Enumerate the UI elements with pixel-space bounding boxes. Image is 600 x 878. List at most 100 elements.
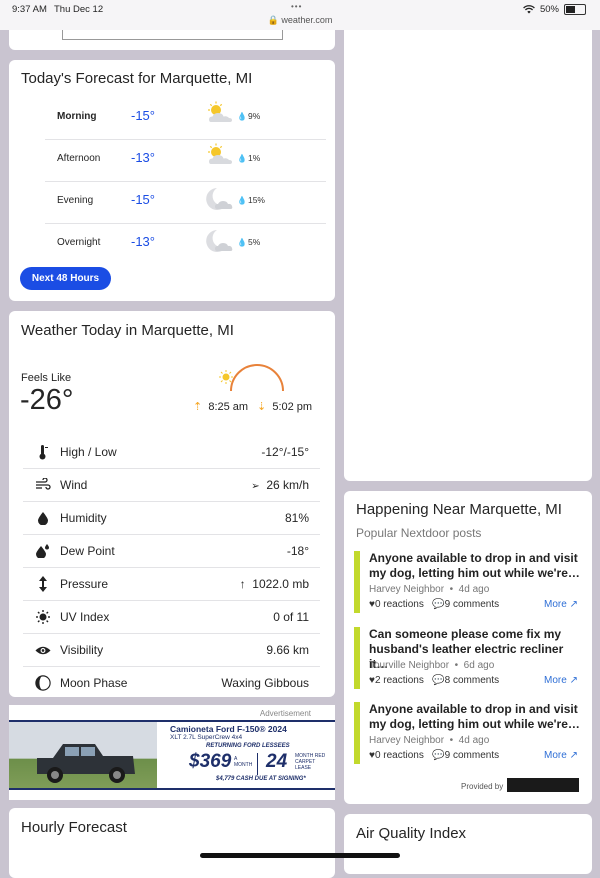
partly-cloudy-day-icon <box>208 101 232 122</box>
nextdoor-post[interactable]: Can someone please come fix my husband's… <box>354 627 584 689</box>
forecast-period: Evening <box>57 195 94 206</box>
sun-arc-icon <box>219 364 284 392</box>
advertisement[interactable]: Advertisement Camioneta Ford F-150® 2024… <box>9 705 335 800</box>
hourly-forecast-title: Hourly Forecast <box>21 819 127 836</box>
address-bar[interactable]: 🔒 weather.com <box>0 15 600 26</box>
detail-pressure: Pressure ↑ 1022.0 mb <box>23 567 320 601</box>
battery-icon <box>564 4 586 15</box>
home-indicator[interactable] <box>200 853 400 858</box>
forecast-period: Afternoon <box>57 153 101 164</box>
forecast-temp: -13° <box>131 234 155 249</box>
ad-per-month: A MONTH <box>234 756 253 768</box>
post-meta: Harvey Neighbor • 4d ago <box>369 735 490 746</box>
sunset-icon: ⇣ <box>257 401 267 413</box>
wind-direction-icon: ➢ <box>251 481 260 492</box>
post-more-link[interactable]: More ↗ <box>544 599 578 610</box>
detail-value: -12°/-15° <box>261 445 309 459</box>
ad-headline: Camioneta Ford F-150® 2024 <box>170 724 287 734</box>
forecast-period: Morning <box>57 111 97 122</box>
next-48-hours-button[interactable]: Next 48 Hours <box>20 267 111 290</box>
nextdoor-logo[interactable] <box>507 778 579 792</box>
post-accent-bar <box>354 551 360 613</box>
detail-value: -18° <box>286 544 309 558</box>
multitasking-dots[interactable]: ••• <box>291 2 302 11</box>
raindrop-icon: 💧 <box>237 112 247 121</box>
humidity-drop-icon <box>35 510 51 526</box>
sunset: ⇣ 5:02 pm <box>257 401 313 413</box>
air-quality-title: Air Quality Index <box>356 825 467 842</box>
nextdoor-subtitle: Popular Nextdoor posts <box>356 526 482 540</box>
todays-forecast-title: Today's Forecast for Marquette, MI <box>21 70 253 87</box>
post-reactions: ♥2 reactions 💬8 comments <box>369 675 500 686</box>
forecast-row-afternoon[interactable]: Afternoon -13° 💧1% <box>45 139 326 182</box>
detail-label: Dew Point <box>60 544 115 558</box>
ad-months: 24 <box>266 751 288 772</box>
right-top-card <box>344 30 592 481</box>
detail-label: Wind <box>60 478 88 492</box>
status-bar: 9:37 AM Thu Dec 12 ••• 🔒 weather.com 50% <box>0 0 600 30</box>
post-text[interactable]: Anyone available to drop in and visit my… <box>369 551 581 581</box>
forecast-row-morning[interactable]: Morning -15° 💧9% <box>45 97 326 140</box>
post-accent-bar <box>354 627 360 689</box>
detail-wind: Wind ➢ 26 km/h <box>23 468 320 502</box>
ad-months-label: MONTH RED CARPET LEASE <box>295 753 326 771</box>
feels-like-value: -26° <box>20 384 74 416</box>
forecast-temp: -15° <box>131 108 155 123</box>
forecast-precip: 💧5% <box>237 237 261 247</box>
detail-label: Moon Phase <box>60 676 128 690</box>
detail-value: 9.66 km <box>266 643 309 657</box>
forecast-row-overnight[interactable]: Overnight -13° 💧5% <box>45 223 326 265</box>
sunrise-icon: ⇡ <box>193 401 203 413</box>
forecast-temp: -15° <box>131 192 155 207</box>
post-text[interactable]: Anyone available to drop in and visit my… <box>369 702 581 732</box>
raindrop-icon: 💧 <box>237 196 247 205</box>
detail-humidity: Humidity 81% <box>23 501 320 535</box>
previous-card-image <box>62 30 283 40</box>
ad-divider <box>257 753 258 775</box>
ad-cash: $4,779 CASH DUE AT SIGNING* <box>216 776 306 782</box>
forecast-precip: 💧1% <box>237 153 261 163</box>
forecast-period: Overnight <box>57 237 101 248</box>
provided-by: Provided by <box>461 782 504 791</box>
eye-icon <box>35 642 51 658</box>
external-link-icon: ↗ <box>569 750 578 761</box>
partly-cloudy-day-icon <box>208 143 232 164</box>
detail-label: High / Low <box>60 445 117 459</box>
battery-percent: 50% <box>539 4 559 15</box>
forecast-row-evening[interactable]: Evening -15° 💧15% <box>45 181 326 224</box>
nextdoor-post[interactable]: Anyone available to drop in and visit my… <box>354 551 584 613</box>
detail-label: Humidity <box>60 511 107 525</box>
ad-banner[interactable]: Camioneta Ford F-150® 2024 XLT 2.7L Supe… <box>9 720 335 790</box>
detail-value: Waxing Gibbous <box>221 676 309 690</box>
nextdoor-post[interactable]: Anyone available to drop in and visit my… <box>354 702 584 764</box>
detail-dew-point: Dew Point -18° <box>23 534 320 568</box>
feels-like-label: Feels Like <box>21 372 72 384</box>
post-more-link[interactable]: More ↗ <box>544 675 578 686</box>
detail-high-low: High / Low -12°/-15° <box>23 435 320 469</box>
raindrop-icon: 💧 <box>237 238 247 247</box>
forecast-temp: -13° <box>131 150 155 165</box>
partly-cloudy-night-icon <box>206 188 233 210</box>
detail-value: ➢ 26 km/h <box>251 478 309 492</box>
external-link-icon: ↗ <box>569 599 578 610</box>
comment-icon: 💬 <box>432 675 445 686</box>
lock-icon: 🔒 <box>267 15 279 25</box>
ad-truck-image <box>9 722 157 788</box>
uv-sun-icon <box>35 609 51 625</box>
post-meta: Tourville Neighbor • 6d ago <box>369 660 495 671</box>
post-more-link[interactable]: More ↗ <box>544 750 578 761</box>
pressure-rising-icon: ↑ <box>239 577 246 591</box>
sunrise: ⇡ 8:25 am <box>193 401 249 413</box>
air-quality-card <box>344 814 592 874</box>
ad-price: $369 <box>189 751 232 772</box>
detail-uv-index: UV Index 0 of 11 <box>23 600 320 634</box>
thermometer-icon <box>35 444 51 460</box>
comment-icon: 💬 <box>432 750 445 761</box>
detail-value: 0 of 11 <box>273 610 309 624</box>
dew-point-icon <box>35 543 51 559</box>
wind-icon <box>35 477 51 493</box>
weather-today-title: Weather Today in Marquette, MI <box>21 322 234 339</box>
nextdoor-title: Happening Near Marquette, MI <box>356 501 562 518</box>
detail-moon-phase: Moon Phase Waxing Gibbous <box>23 666 320 699</box>
pressure-icon <box>35 576 51 592</box>
